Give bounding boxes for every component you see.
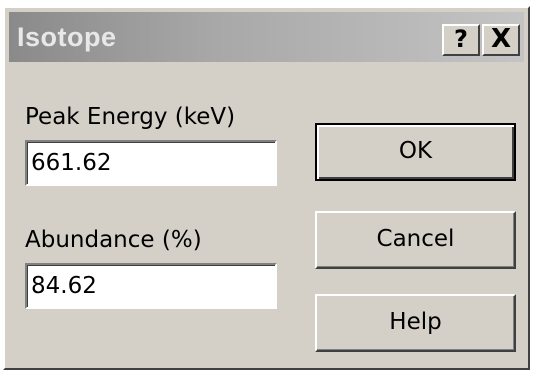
abundance-input[interactable]: 84.62 (25, 263, 277, 309)
dialog-title: Isotope (17, 22, 117, 52)
peak-energy-label: Peak Energy (keV) (25, 104, 236, 130)
context-help-button[interactable]: ? (442, 24, 480, 56)
abundance-label: Abundance (%) (25, 227, 202, 253)
ok-button[interactable]: OK (315, 123, 516, 181)
peak-energy-input[interactable]: 661.62 (25, 140, 277, 186)
cancel-button[interactable]: Cancel (315, 211, 516, 269)
close-button[interactable]: X (482, 24, 520, 56)
isotope-dialog: Isotope ? X Peak Energy (keV) 661.62 Abu… (3, 6, 530, 370)
title-bar[interactable]: Isotope ? X (9, 12, 524, 62)
help-button[interactable]: Help (315, 294, 516, 352)
